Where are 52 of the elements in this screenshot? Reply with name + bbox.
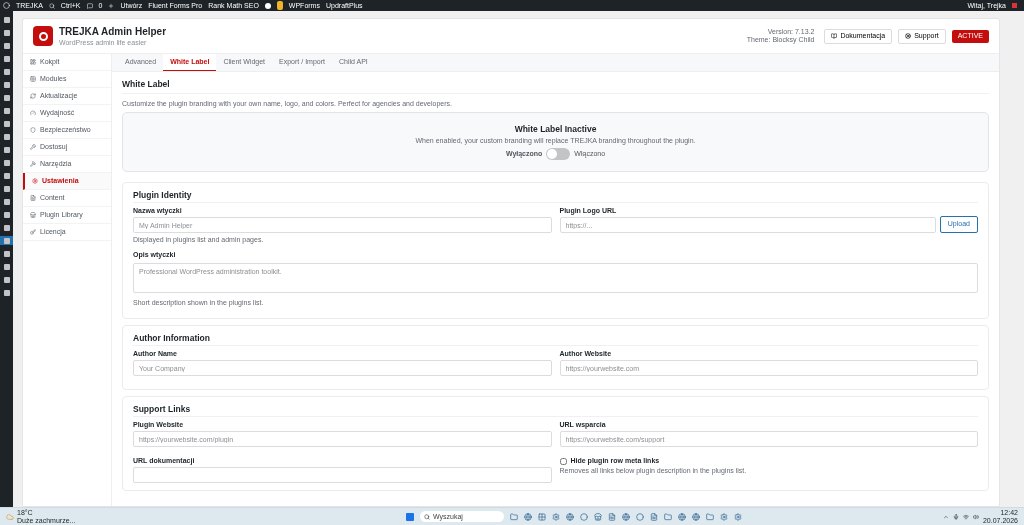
app-icon[interactable]: [594, 512, 602, 521]
nav-icon: [30, 144, 36, 150]
app-icon[interactable]: [580, 512, 588, 521]
app-icon[interactable]: [566, 512, 574, 521]
comment-icon: [86, 2, 93, 9]
app-icon[interactable]: [692, 512, 700, 521]
plus-icon: [108, 2, 115, 9]
app-icon[interactable]: [510, 512, 518, 521]
section-title: White Label: [122, 79, 989, 94]
search-icon: [48, 2, 55, 9]
nav-icon: [30, 161, 36, 167]
nav-icon: [30, 195, 36, 201]
app-icon[interactable]: [734, 512, 742, 521]
app-icon[interactable]: [538, 512, 546, 521]
nav-icon: [30, 212, 36, 218]
info-icon[interactable]: [264, 2, 271, 9]
app-icon[interactable]: [720, 512, 728, 521]
volume-icon[interactable]: [972, 513, 979, 520]
card-title: Author Information: [133, 333, 978, 346]
app-icon[interactable]: [636, 512, 644, 521]
plugin-title: TREJKA Admin Helper: [59, 25, 167, 37]
start-icon[interactable]: [406, 512, 414, 521]
card-title: Plugin Identity: [133, 190, 978, 203]
app-icon[interactable]: [664, 512, 672, 521]
app-icon[interactable]: [608, 512, 616, 521]
lifebuoy-icon: [905, 33, 912, 39]
app-icon[interactable]: [524, 512, 532, 521]
wifi-icon[interactable]: [962, 513, 969, 520]
search-icon: [424, 513, 430, 520]
nav-icon: [30, 127, 36, 133]
nav-icon: [30, 93, 36, 99]
input-field[interactable]: [133, 467, 552, 483]
nav-icon: [32, 178, 38, 184]
notification-icon[interactable]: [276, 1, 283, 10]
app-icon[interactable]: [706, 512, 714, 521]
chevron-icon[interactable]: [942, 513, 949, 520]
app-icon[interactable]: [678, 512, 686, 521]
book-icon: [831, 33, 838, 39]
nav-icon: [30, 76, 36, 82]
checkbox[interactable]: [559, 457, 567, 465]
nav-icon: [30, 59, 36, 65]
toggle-switch[interactable]: [546, 148, 571, 160]
plugin-logo-icon: [33, 26, 53, 46]
status-title: White Label Inactive: [514, 124, 597, 134]
nav-icon: [30, 229, 36, 235]
app-icon[interactable]: [650, 512, 658, 521]
wordpress-logo-icon[interactable]: [3, 2, 10, 9]
app-icon[interactable]: [552, 512, 560, 521]
app-icon[interactable]: [622, 512, 630, 521]
microphone-icon[interactable]: [952, 513, 959, 520]
nav-icon: [30, 110, 36, 116]
card-title: Support Links: [133, 404, 978, 417]
